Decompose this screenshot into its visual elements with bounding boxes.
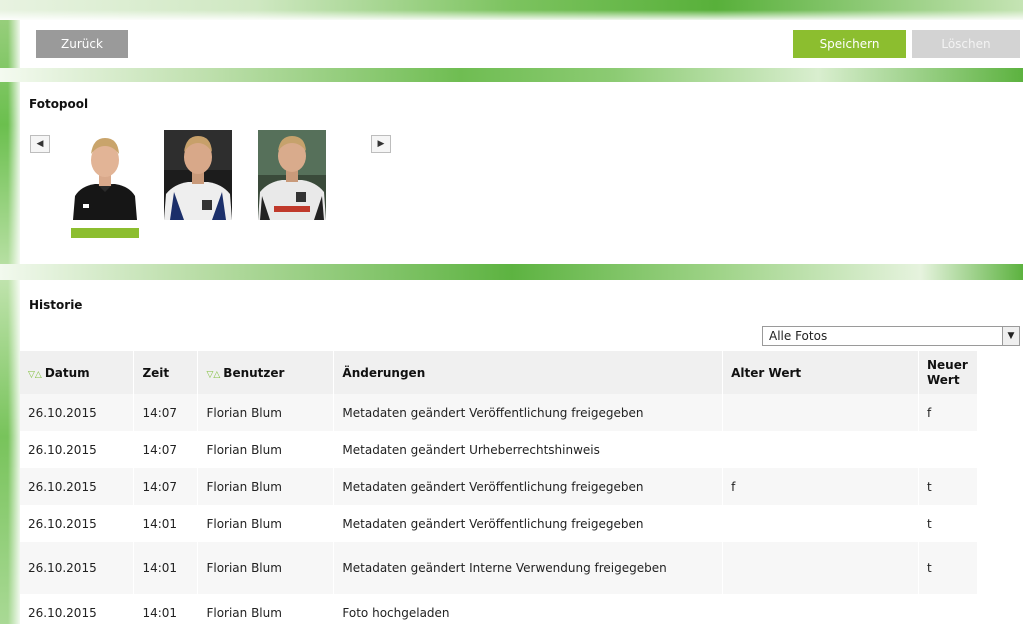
cell-time: 14:01 xyxy=(133,542,199,594)
cell-date: 26.10.2015 xyxy=(20,394,135,431)
dropdown-arrow-icon[interactable]: ▼ xyxy=(1002,326,1020,346)
cell-changes: Metadaten geändert Interne Verwendung fr… xyxy=(333,542,724,594)
save-button[interactable]: Speichern xyxy=(793,30,906,58)
column-header-date-label: Datum xyxy=(44,365,90,380)
back-button[interactable]: Zurück xyxy=(36,30,128,58)
cell-user: Florian Blum xyxy=(197,594,335,624)
player-photo-image xyxy=(71,130,139,220)
cell-old-value xyxy=(722,431,919,468)
cell-new-value: t xyxy=(918,505,979,542)
cell-time: 14:01 xyxy=(133,505,199,542)
cell-changes: Metadaten geändert Urheberrechtshinweis xyxy=(333,431,724,468)
table-row: 26.10.2015 14:07 Florian Blum Metadaten … xyxy=(20,394,979,431)
sort-icon: ▽△ xyxy=(206,369,221,380)
photo-pool-panel: Fotopool ◀ ▶ xyxy=(20,82,1023,264)
photo-pool-title: Fotopool xyxy=(29,97,89,111)
cell-new-value xyxy=(918,594,979,624)
cell-old-value xyxy=(722,505,919,542)
table-row: 26.10.2015 14:01 Florian Blum Metadaten … xyxy=(20,505,979,542)
cell-new-value: f xyxy=(918,394,979,431)
cell-time: 14:01 xyxy=(133,594,199,624)
cell-new-value: t xyxy=(918,542,979,594)
cell-user: Florian Blum xyxy=(197,542,335,594)
photo-filter-select[interactable]: Alle Fotos ▼ xyxy=(762,326,1020,346)
toolbar: Zurück Speichern Löschen xyxy=(20,22,1023,68)
cell-old-value xyxy=(722,594,919,624)
cell-old-value: f xyxy=(722,468,919,505)
cell-user: Florian Blum xyxy=(197,468,335,505)
table-row: 26.10.2015 14:07 Florian Blum Metadaten … xyxy=(20,468,979,505)
cell-date: 26.10.2015 xyxy=(20,431,135,468)
cell-user: Florian Blum xyxy=(197,431,335,468)
cell-changes: Metadaten geändert Veröffentlichung frei… xyxy=(333,468,724,505)
cell-user: Florian Blum xyxy=(197,394,335,431)
table-row: 26.10.2015 14:01 Florian Blum Metadaten … xyxy=(20,542,979,594)
photo-thumbnail[interactable] xyxy=(71,130,139,220)
history-title: Historie xyxy=(29,298,83,312)
sort-icon: ▽△ xyxy=(28,369,42,380)
player-photo-image xyxy=(258,130,326,220)
cell-date: 26.10.2015 xyxy=(20,505,135,542)
decorative-frame-left xyxy=(0,0,20,624)
column-header-old-value: Alter Wert xyxy=(722,351,919,394)
photo-thumbnail[interactable] xyxy=(164,130,232,220)
column-header-new-value: Neuer Wert xyxy=(918,351,979,394)
cell-new-value: t xyxy=(918,468,979,505)
history-panel: Historie Alle Fotos ▼ ▽△ Datum Zeit ▽△ Ben… xyxy=(20,280,1023,624)
photo-thumbnail[interactable] xyxy=(258,130,326,220)
cell-user: Florian Blum xyxy=(197,505,335,542)
decorative-band-top xyxy=(0,0,1023,20)
cell-time: 14:07 xyxy=(133,394,199,431)
selected-photo-indicator xyxy=(71,228,139,238)
column-header-user[interactable]: ▽△ Benutzer xyxy=(197,351,335,394)
cell-new-value xyxy=(918,431,979,468)
decorative-band-1 xyxy=(0,68,1023,82)
column-header-user-label: Benutzer xyxy=(223,365,285,380)
chevron-right-icon: ▶ xyxy=(377,139,385,149)
next-photos-button[interactable]: ▶ xyxy=(371,135,391,153)
cell-date: 26.10.2015 xyxy=(20,594,135,624)
cell-old-value xyxy=(722,542,919,594)
cell-date: 26.10.2015 xyxy=(20,468,135,505)
cell-changes: Metadaten geändert Veröffentlichung frei… xyxy=(333,505,724,542)
cell-date: 26.10.2015 xyxy=(20,542,135,594)
table-row: 26.10.2015 14:01 Florian Blum Foto hochg… xyxy=(20,594,979,624)
cell-time: 14:07 xyxy=(133,468,199,505)
cell-changes: Foto hochgeladen xyxy=(333,594,724,624)
decorative-band-2 xyxy=(0,264,1023,280)
cell-changes: Metadaten geändert Veröffentlichung frei… xyxy=(333,394,724,431)
cell-time: 14:07 xyxy=(133,431,199,468)
chevron-left-icon: ◀ xyxy=(36,139,44,149)
photo-filter-value: Alle Fotos xyxy=(769,329,828,343)
column-header-changes: Änderungen xyxy=(333,351,724,394)
history-table-header: ▽△ Datum Zeit ▽△ Benutzer Änderungen Alter… xyxy=(20,351,979,394)
previous-photos-button[interactable]: ◀ xyxy=(30,135,50,153)
cell-old-value xyxy=(722,394,919,431)
column-header-time: Zeit xyxy=(133,351,199,394)
history-table: ▽△ Datum Zeit ▽△ Benutzer Änderungen Alter… xyxy=(20,351,979,624)
column-header-date[interactable]: ▽△ Datum xyxy=(20,351,135,394)
table-row: 26.10.2015 14:07 Florian Blum Metadaten … xyxy=(20,431,979,468)
player-photo-image xyxy=(164,130,232,220)
delete-button[interactable]: Löschen xyxy=(912,30,1020,58)
